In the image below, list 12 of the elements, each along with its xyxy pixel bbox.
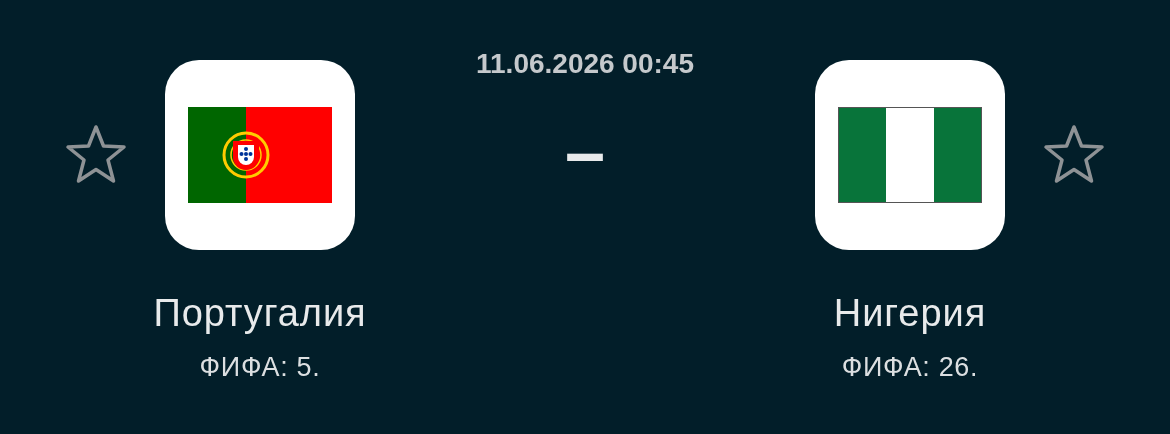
match-datetime: 11.06.2026 00:45 [476,50,694,78]
flag-icon [838,107,982,203]
star-icon[interactable] [1043,124,1105,184]
star-icon[interactable] [65,124,127,184]
team-logo[interactable] [815,60,1005,250]
team-logo[interactable] [165,60,355,250]
score-separator: – [564,116,605,188]
team-name: Нигерия [833,294,987,332]
fifa-rank: ФИФА: 26. [841,354,979,381]
team-name: Португалия [153,294,367,332]
fifa-rank: ФИФА: 5. [199,354,321,381]
flag-icon [188,107,332,203]
